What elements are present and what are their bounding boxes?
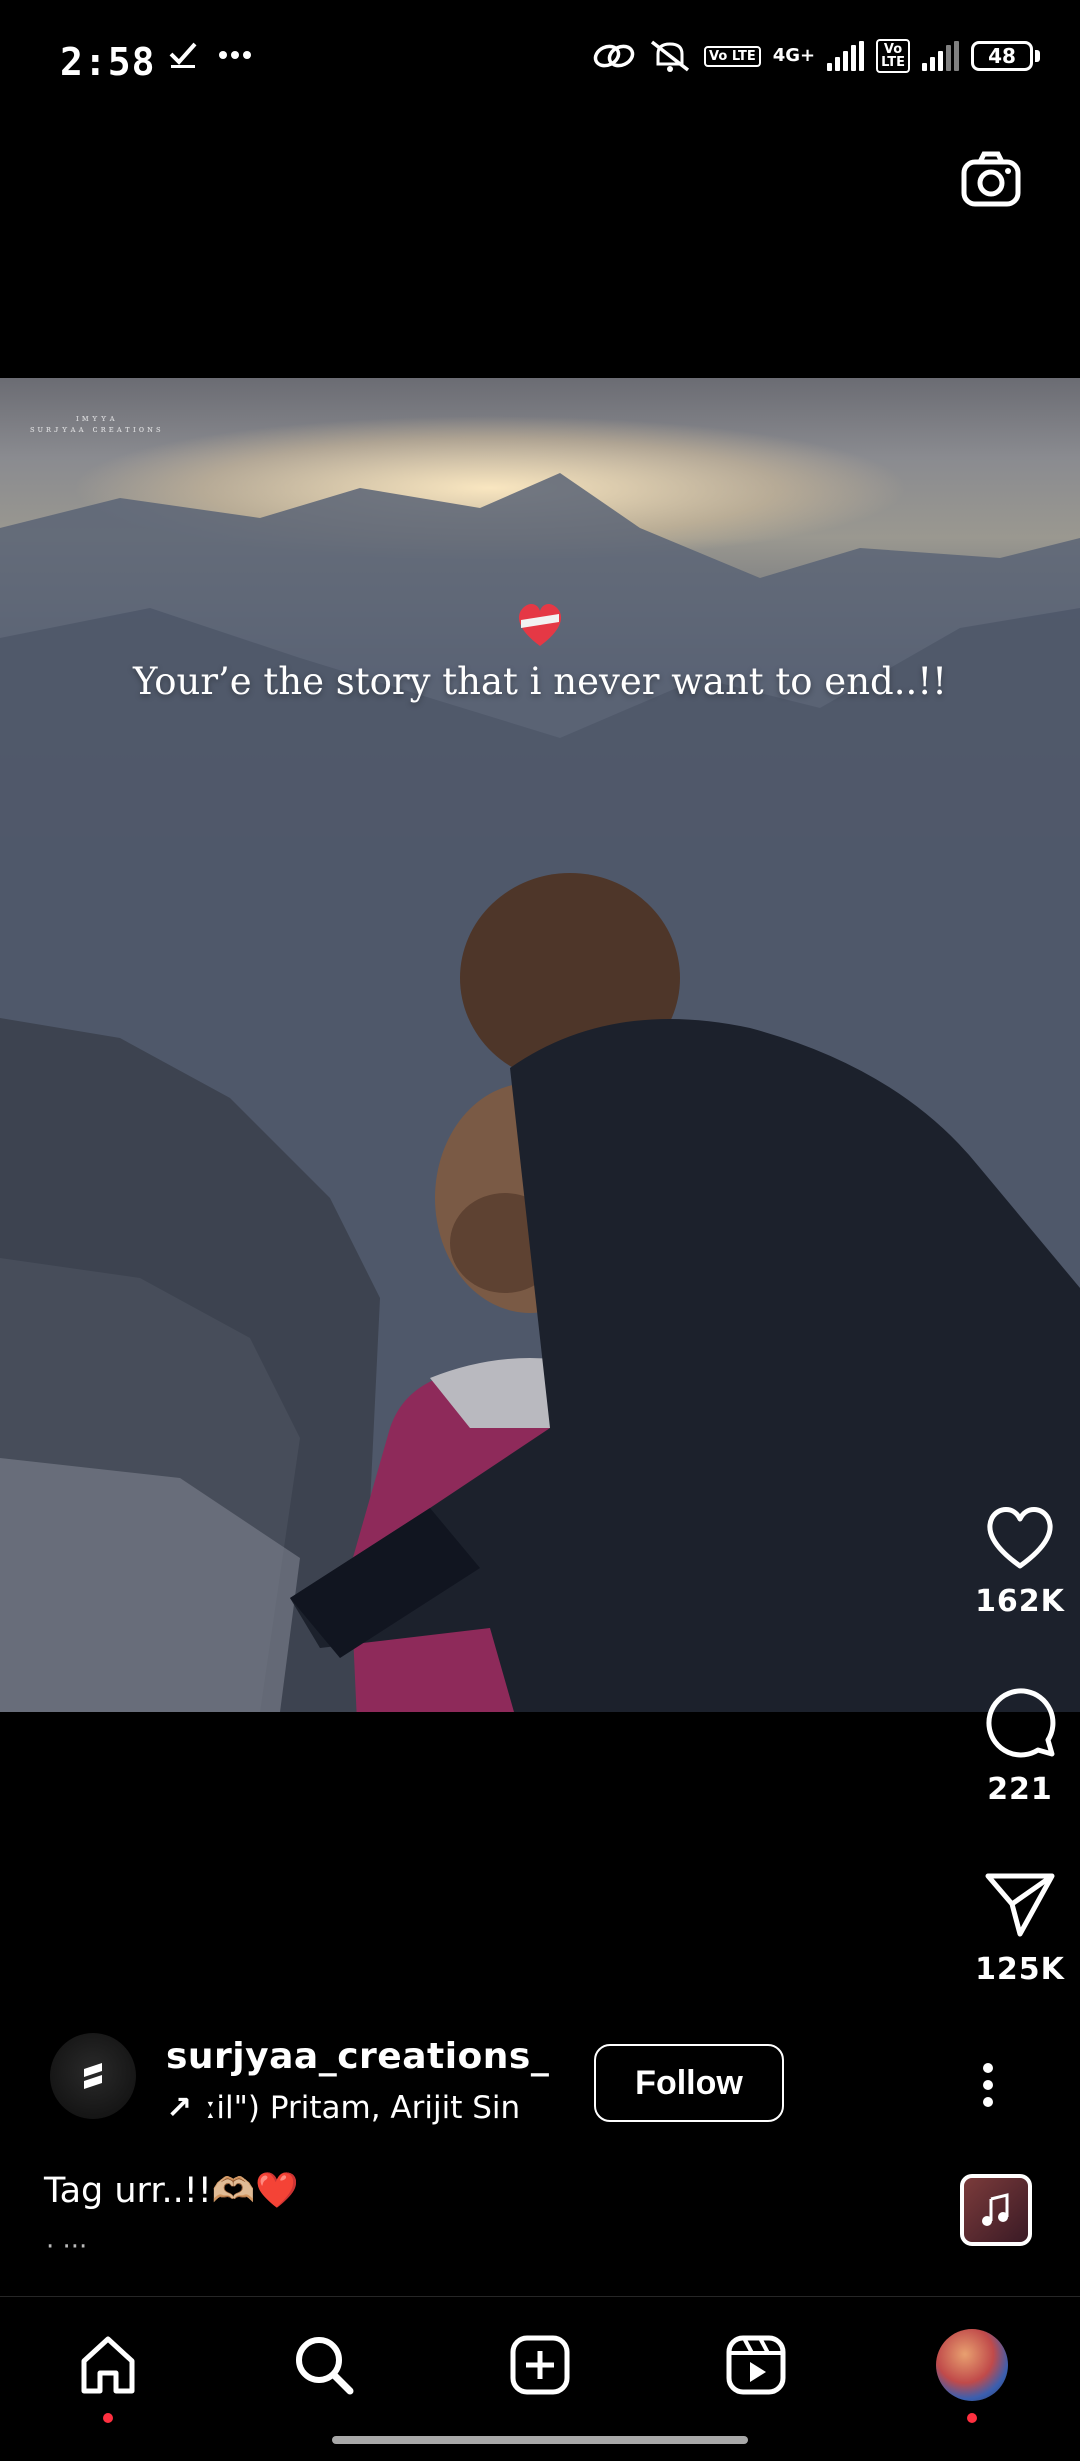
camera-icon [961,151,1021,207]
nav-search[interactable] [284,2325,364,2405]
battery-indicator: 48 [971,41,1033,71]
more-options-button[interactable] [979,2062,997,2112]
mended-heart-icon [518,604,562,646]
link-icon [593,44,635,68]
audio-thumbnail[interactable] [960,2174,1032,2246]
comment-count: 221 [987,1772,1053,1807]
more-notifications-icon [219,51,251,59]
nav-reels[interactable] [716,2325,796,2405]
add-post-icon [510,2335,570,2395]
like-button[interactable]: 162K [960,1502,1080,1619]
audio-link[interactable]: ↗ ːil") Pritam, Arijit Sin [166,2090,520,2126]
watermark-line1: ɪᴍʏʏᴀ [75,414,118,424]
audio-arrow-icon: ↗ [166,2090,192,2126]
home-icon [81,2336,135,2394]
status-time: 2:58 [60,40,156,84]
search-icon [296,2337,354,2395]
vertical-ellipsis-icon [983,2063,993,2107]
nav-create[interactable] [500,2325,580,2405]
share-count: 125K [975,1952,1065,1987]
volte-badge-1: Vo LTE [704,45,761,67]
music-note-icon [982,2193,1009,2226]
profile-avatar [936,2329,1008,2401]
watermark-line2: ꜱᴜʀᴊʏᴀᴀ ᴄʀᴇᴀᴛɪᴏɴꜱ [30,425,164,435]
reels-icon [726,2335,786,2395]
reel-video[interactable]: ɪᴍʏʏᴀ ꜱᴜʀᴊʏᴀᴀ ᴄʀᴇᴀᴛɪᴏɴꜱ Your’e the story… [0,378,1080,1712]
creator-avatar[interactable] [50,2033,136,2119]
home-notification-dot [103,2413,113,2423]
creator-logo-icon [84,2063,102,2089]
signal-strength-icon-1 [827,41,865,71]
signal-strength-icon-2 [922,41,959,71]
send-icon [985,1873,1055,1937]
camera-button[interactable] [958,148,1024,218]
follow-button[interactable]: Follow [594,2044,784,2122]
heart-icon [987,1507,1053,1569]
nav-profile[interactable] [932,2325,1012,2423]
comment-button[interactable]: 221 [960,1684,1080,1807]
share-button[interactable]: 125K [960,1870,1080,1987]
comment-icon [986,1688,1056,1758]
post-caption[interactable]: Tag urr..!!🫶🏼❤️ [44,2170,299,2211]
checkmark-icon [169,42,197,68]
like-count: 162K [975,1584,1065,1619]
network-type: 4G+ [772,45,816,66]
profile-notification-dot [967,2413,977,2423]
gesture-home-bar[interactable] [332,2436,748,2444]
mute-icon [650,40,690,72]
creator-username[interactable]: surjyaa_creations_ [166,2036,549,2077]
video-quote-text: Your’e the story that i never want to en… [133,660,947,703]
caption-more[interactable]: · ··· [46,2232,87,2262]
caption-text: Tag urr..!!🫶🏼❤️ [44,2171,299,2211]
audio-title: ːil") Pritam, Arijit Sin [205,2090,521,2126]
nav-home[interactable] [68,2325,148,2423]
volte-badge-2: Vo LTE [876,39,910,73]
